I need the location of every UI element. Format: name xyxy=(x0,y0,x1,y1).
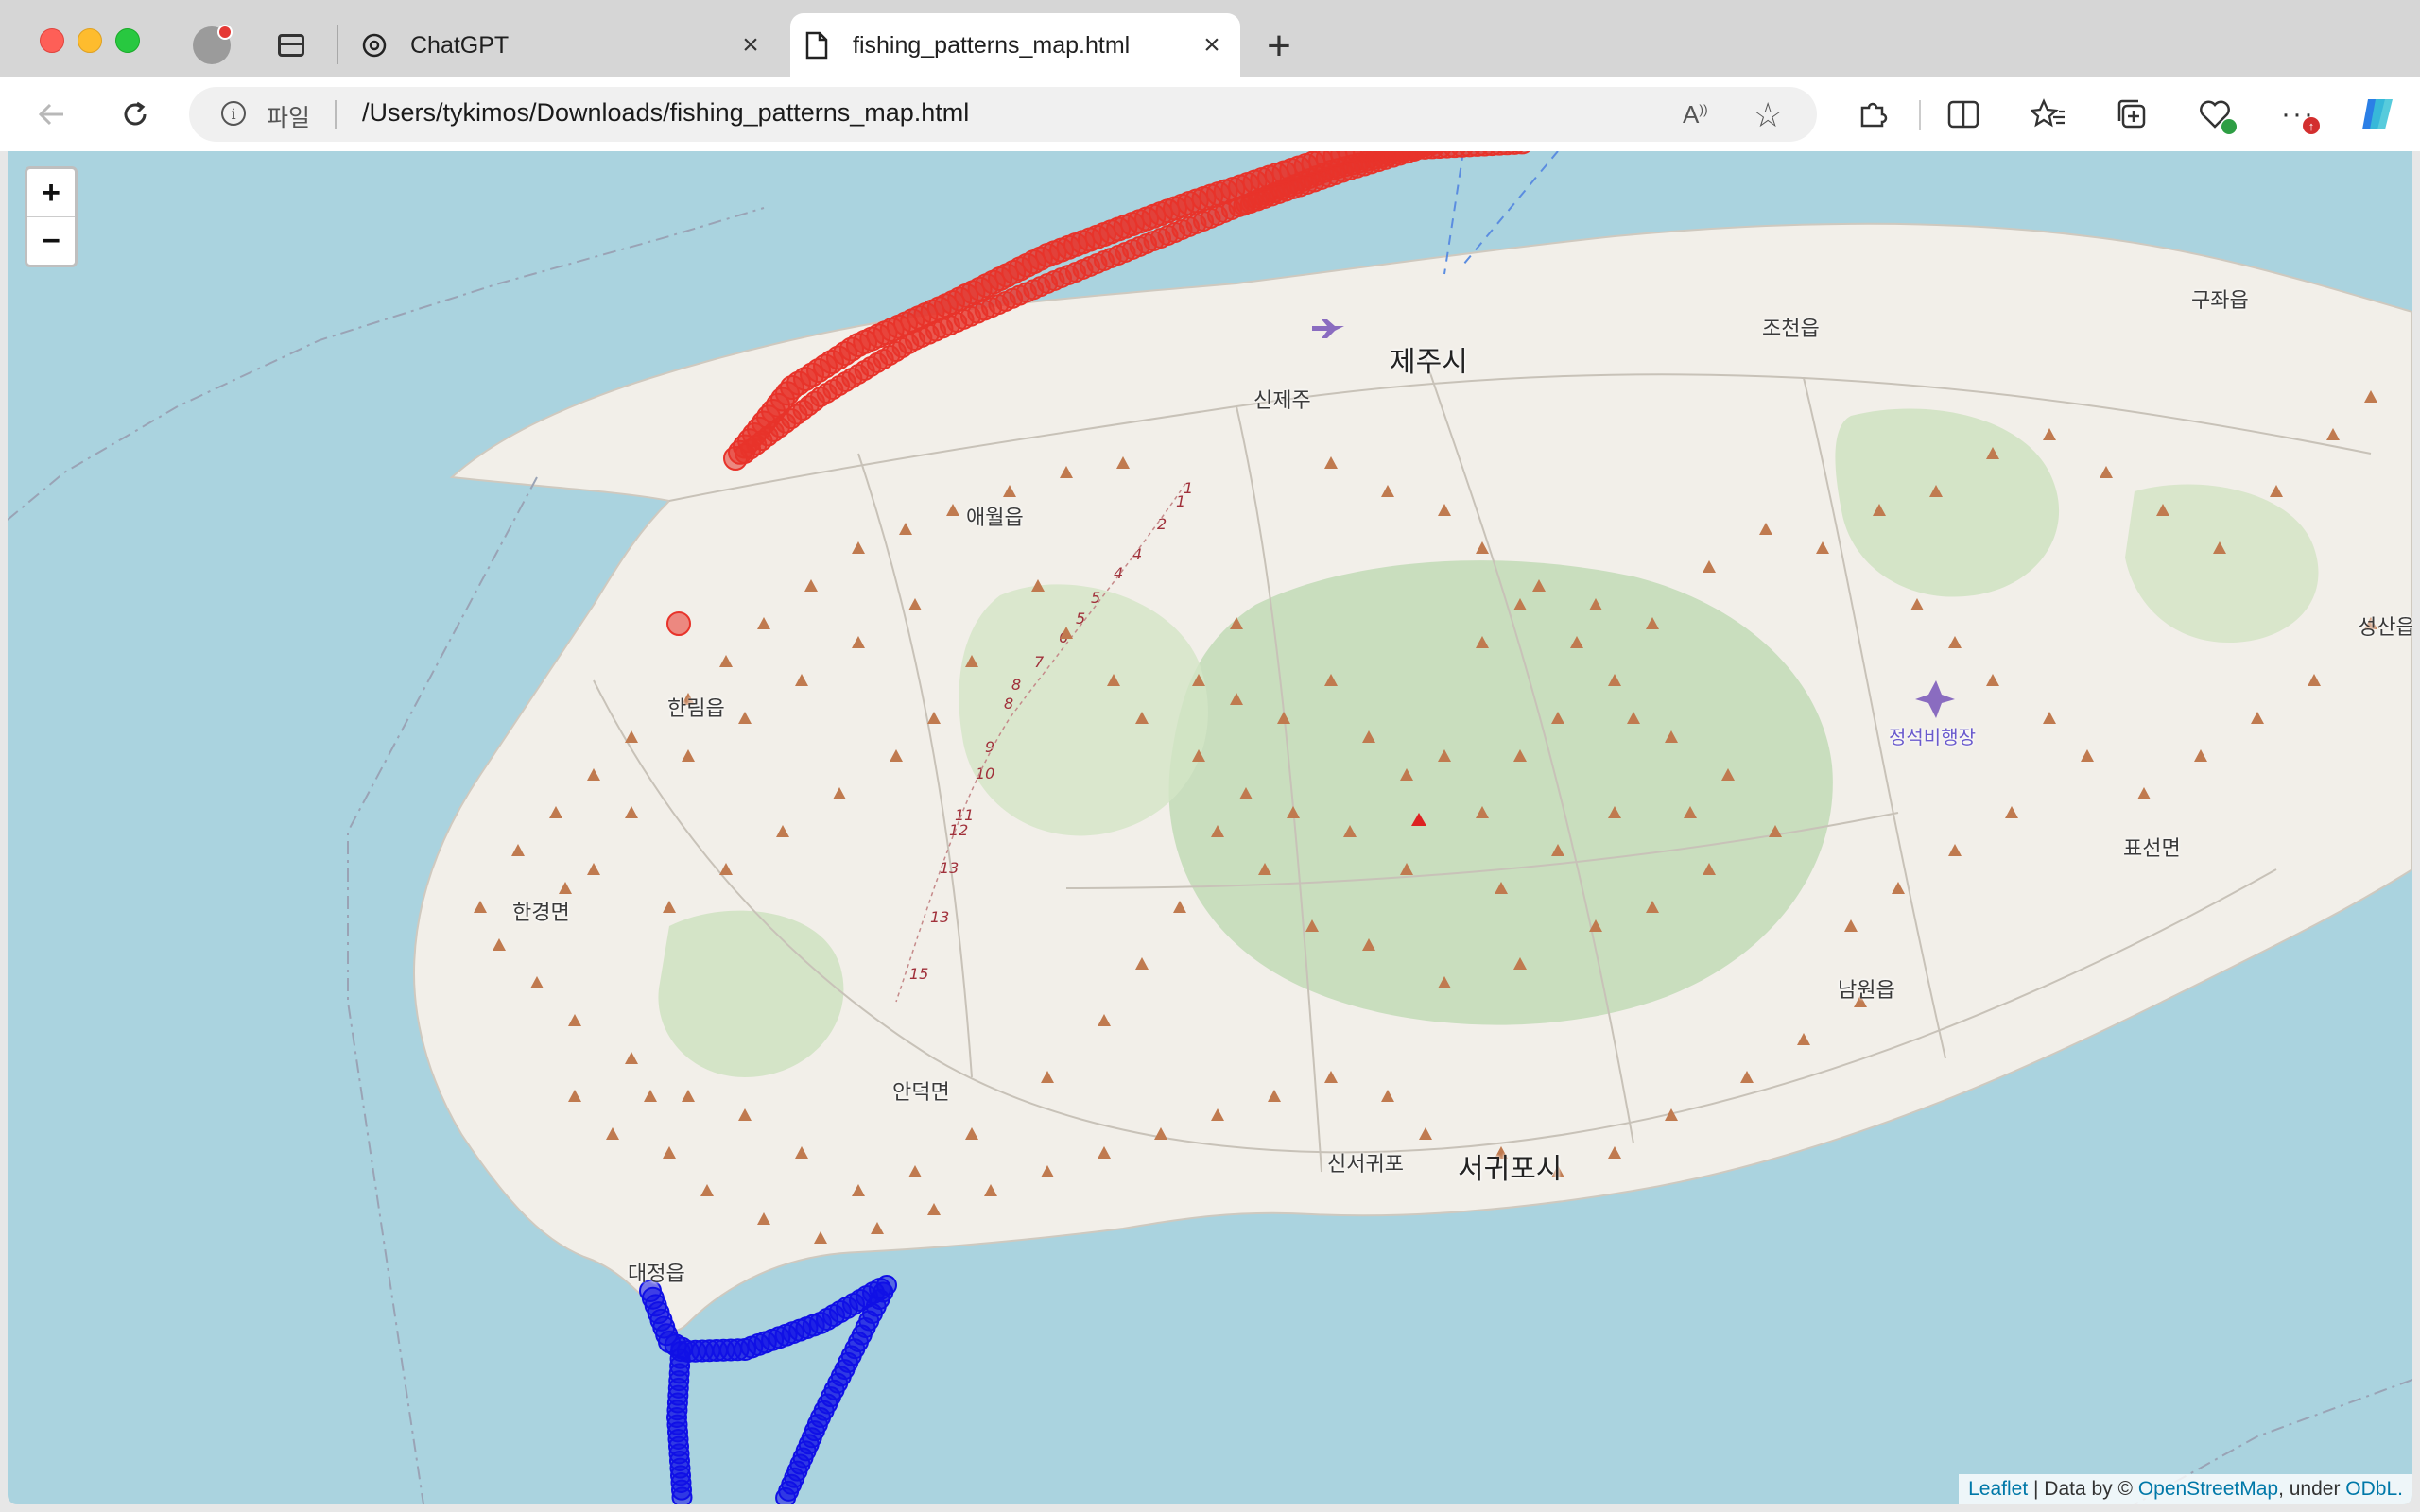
read-aloud-icon[interactable]: A)) xyxy=(1683,100,1708,129)
minimize-window-button[interactable] xyxy=(78,28,102,53)
track-point[interactable] xyxy=(671,1486,693,1504)
place-label: 서귀포시 xyxy=(1458,1154,1563,1185)
new-tab-button[interactable]: + xyxy=(1259,23,1299,69)
more-options-icon[interactable]: ··· ↑ xyxy=(2274,91,2322,138)
place-label: 제주시 xyxy=(1390,347,1468,378)
track-point[interactable] xyxy=(1233,195,1254,216)
svg-text:4: 4 xyxy=(1132,545,1142,563)
collections-icon[interactable] xyxy=(2108,91,2155,138)
place-label: 한경면 xyxy=(512,901,570,924)
svg-text:1: 1 xyxy=(1176,492,1185,510)
svg-text:13: 13 xyxy=(930,908,949,926)
favorites-icon[interactable] xyxy=(2025,91,2072,138)
svg-text:13: 13 xyxy=(940,859,959,877)
site-info-icon[interactable]: i xyxy=(221,101,246,126)
status-ok-badge xyxy=(2221,119,2237,134)
svg-text:8: 8 xyxy=(1011,676,1021,694)
profile-avatar[interactable] xyxy=(193,25,233,64)
svg-text:12: 12 xyxy=(949,821,968,839)
place-label: 안덕면 xyxy=(892,1080,950,1104)
svg-text:5: 5 xyxy=(1091,589,1100,607)
vertical-tabs-icon[interactable] xyxy=(278,34,304,57)
browser-window: ChatGPT × fishing_patterns_map.html × + … xyxy=(0,0,2420,1512)
tab-strip: ChatGPT × fishing_patterns_map.html × + xyxy=(0,0,2420,77)
extensions-puzzle-icon[interactable] xyxy=(1849,91,1896,138)
hallasan-park xyxy=(1168,560,1833,1025)
tab-fishing-map[interactable]: fishing_patterns_map.html × xyxy=(790,13,1240,77)
place-label: 구좌읍 xyxy=(2191,288,2249,312)
place-label: 신제주 xyxy=(1253,388,1311,412)
place-label: 애월읍 xyxy=(966,506,1024,529)
airfield-label: 정석비행장 xyxy=(1889,728,1976,748)
update-badge: ↑ xyxy=(2303,117,2320,134)
map-attribution: Leaflet | Data by © OpenStreetMap, under… xyxy=(1959,1474,2412,1504)
place-label: 한림읍 xyxy=(667,696,725,720)
maximize-window-button[interactable] xyxy=(115,28,140,53)
reload-icon[interactable] xyxy=(113,93,157,136)
browser-toolbar: i 파일 /Users/tykimos/Downloads/fishing_pa… xyxy=(0,77,2420,151)
leaflet-map[interactable]: 112 445 567 889 101112 131315 제주시 신제주 조천… xyxy=(8,151,2412,1504)
svg-text:10: 10 xyxy=(976,765,994,782)
tab-title: ChatGPT xyxy=(410,31,510,59)
place-label: 신서귀포 xyxy=(1327,1152,1404,1176)
tab-title: fishing_patterns_map.html xyxy=(853,31,1131,59)
place-label: 남원읍 xyxy=(1838,978,1895,1002)
zoom-control: + − xyxy=(25,166,78,267)
openstreetmap-link[interactable]: OpenStreetMap xyxy=(2138,1478,2278,1500)
copilot-icon[interactable] xyxy=(2354,91,2401,138)
scheme-label: 파일 xyxy=(267,105,311,131)
file-icon xyxy=(802,30,832,60)
browser-essentials-icon[interactable] xyxy=(2191,91,2238,138)
url-text[interactable]: /Users/tykimos/Downloads/fishing_pattern… xyxy=(362,98,969,128)
close-window-button[interactable] xyxy=(40,28,64,53)
favorite-star-icon[interactable]: ☆ xyxy=(1753,95,1783,135)
tab-divider xyxy=(337,25,338,64)
split-screen-icon[interactable] xyxy=(1940,91,1987,138)
track-point[interactable] xyxy=(775,1486,797,1504)
place-label: 조천읍 xyxy=(1762,317,1820,340)
zoom-out-button[interactable]: − xyxy=(27,217,75,265)
attribution-text: | Data by © xyxy=(2028,1478,2138,1500)
zoom-in-button[interactable]: + xyxy=(27,169,75,217)
svg-text:4: 4 xyxy=(1114,564,1123,582)
openai-icon xyxy=(359,30,389,60)
svg-text:15: 15 xyxy=(909,965,928,983)
track-point[interactable] xyxy=(666,611,691,636)
back-arrow-icon[interactable] xyxy=(30,93,74,136)
notification-dot xyxy=(217,25,233,40)
place-label: 성산읍 xyxy=(2358,615,2412,639)
url-divider xyxy=(335,100,337,129)
odbl-link[interactable]: ODbL. xyxy=(2345,1478,2403,1500)
attribution-text: , under xyxy=(2278,1478,2346,1500)
place-label: 대정읍 xyxy=(628,1262,685,1285)
close-tab-icon[interactable]: × xyxy=(1193,26,1231,64)
tab-chatgpt[interactable]: ChatGPT × xyxy=(348,13,779,77)
svg-text:7: 7 xyxy=(1034,653,1045,671)
address-bar[interactable]: i 파일 /Users/tykimos/Downloads/fishing_pa… xyxy=(189,87,1817,142)
place-label: 표선면 xyxy=(2123,836,2181,860)
map-tiles: 112 445 567 889 101112 131315 xyxy=(8,151,2412,1504)
toolbar-divider xyxy=(1919,100,1921,130)
svg-text:8: 8 xyxy=(1004,695,1013,713)
leaflet-link[interactable]: Leaflet xyxy=(1968,1478,2028,1500)
close-tab-icon[interactable]: × xyxy=(732,26,769,64)
